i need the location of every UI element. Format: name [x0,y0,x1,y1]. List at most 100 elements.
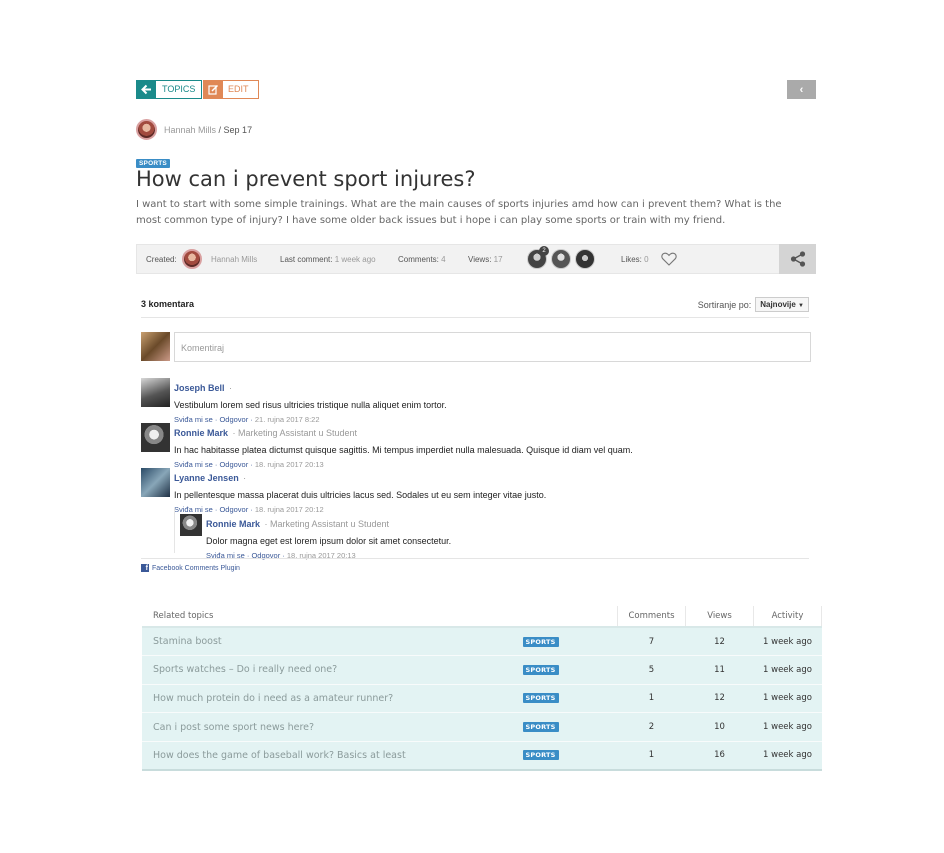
table-row[interactable]: Stamina boost SPORTS 7 12 1 week ago [142,627,822,657]
participant-avatar[interactable]: 2 [527,246,549,269]
comment-item: Joseph Bell · Vestibulum lorem sed risus… [141,378,447,424]
participant-avatar[interactable] [575,249,595,269]
commenter-name[interactable]: Joseph Bell [174,383,225,393]
last-comment: Last comment: 1 week ago [280,255,376,264]
topic-tag-cell: SPORTS [522,655,618,685]
commenter-role: · Marketing Assistant u Student [232,428,358,438]
comment-reply: Ronnie Mark · Marketing Assistant u Stud… [180,514,451,560]
activity-cell: 1 week ago [753,655,822,685]
tag-label[interactable]: SPORTS [522,636,559,647]
comment-text: Vestibulum lorem sed risus ultricies tri… [174,400,447,410]
column-header: Activity [753,606,822,628]
heart-icon[interactable] [661,252,677,268]
comment-input[interactable]: Komentiraj [174,332,811,362]
chevron-left-icon: ‹ [799,83,804,96]
sort-select[interactable]: Najnovije ▼ [755,297,809,312]
participant-avatar[interactable] [551,249,571,269]
related-topics: Related topics Comments Views Activity S… [142,606,822,771]
reply-thread-line [174,508,175,553]
commenter-name[interactable]: Ronnie Mark [174,428,228,438]
activity-cell: 1 week ago [753,627,822,657]
commenter-role-text: Marketing Assistant u Student [269,519,390,529]
sort-control: Sortiranje po: Najnovije ▼ [698,297,809,312]
post-date-value: Sep 17 [223,124,253,135]
comments-count-cell: 7 [617,627,686,657]
likes-stat-value: 0 [644,255,649,264]
topic-tag-cell: SPORTS [522,684,618,714]
topic-tag-cell: SPORTS [522,712,618,742]
views-count-cell: 16 [685,741,754,771]
author-name[interactable]: Hannah Mills [164,125,216,135]
edit-icon [204,81,223,98]
comments-count-cell: 2 [617,712,686,742]
creator-avatar[interactable] [182,249,202,269]
comments-stat-value: 4 [441,255,446,264]
likes-stat-label: Likes: [621,255,642,264]
comments-stat: Comments: 4 [398,255,446,264]
topic-title[interactable]: Sports watches – Do i really need one? [142,655,523,685]
tag-label[interactable]: SPORTS [522,664,559,675]
current-user-avatar [141,332,170,361]
comment-actions: Sviđa mi se · Odgovor · 18. rujna 2017 2… [174,505,324,514]
topic-title[interactable]: How does the game of baseball work? Basi… [142,741,523,771]
sort-select-value: Najnovije [760,300,796,309]
commenter-name[interactable]: Lyanne Jensen [174,473,239,483]
tag-label[interactable]: SPORTS [522,693,559,704]
commenter-role: · Marketing Assistant u Student [264,519,390,529]
commenter-name[interactable]: Ronnie Mark [206,519,260,529]
back-button[interactable]: ‹ [787,80,816,99]
comments-count-cell: 1 [617,684,686,714]
tag-label[interactable]: SPORTS [522,722,559,733]
post-date: / Sep 17 [216,124,253,135]
topics-button[interactable]: TOPICS [136,80,203,99]
edit-button[interactable]: EDIT [203,80,259,99]
comments-stat-label: Comments: [398,255,439,264]
topic-tag-cell: SPORTS [522,627,618,657]
table-row[interactable]: How does the game of baseball work? Basi… [142,741,822,771]
facebook-plugin-label[interactable]: Facebook Comments Plugin [152,565,240,572]
views-stat-label: Views: [468,255,492,264]
facebook-icon: f [141,564,149,572]
topic-toolbar: TOPICS EDIT ‹ [136,80,816,99]
participants: 2 [527,246,599,269]
comments-count: 3 komentara [141,299,195,309]
column-header: Related topics [142,606,618,628]
commenter-avatar[interactable] [141,468,170,497]
column-header: Views [685,606,754,628]
commenter-role: · [243,473,247,483]
table-row[interactable]: Can i post some sport news here? SPORTS … [142,712,822,742]
creator-name[interactable]: Hannah Mills [211,255,257,264]
participant-count-badge: 2 [539,246,549,256]
table-row[interactable]: How much protein do i need as a amateur … [142,684,822,714]
created-label: Created: [146,255,177,264]
comments-header: 3 komentara Sortiranje po: Najnovije ▼ [141,296,809,318]
topics-button-label: TOPICS [162,84,196,94]
commenter-avatar[interactable] [141,423,170,452]
comment-timestamp[interactable]: 18. rujna 2017 20:12 [255,505,324,514]
last-comment-value: 1 week ago [334,255,376,264]
views-count-cell: 11 [685,655,754,685]
share-button[interactable] [779,244,816,274]
page-title: How can i prevent sport injures? [136,167,476,191]
comment-text: Dolor magna eget est lorem ipsum dolor s… [206,536,452,546]
like-link[interactable]: Sviđa mi se [174,505,213,514]
topic-title[interactable]: Can i post some sport news here? [142,712,523,742]
tag-label[interactable]: SPORTS [522,750,559,761]
edit-button-label: EDIT [228,84,249,94]
facebook-plugin-link[interactable]: f Facebook Comments Plugin [141,564,240,572]
post-author: Hannah Mills / Sep 17 [136,119,252,140]
comments-count-cell: 5 [617,655,686,685]
activity-cell: 1 week ago [753,712,822,742]
topic-meta-bar: Created: Hannah Mills Last comment: 1 we… [136,244,816,274]
commenter-avatar[interactable] [141,378,170,407]
views-stat-value: 17 [493,255,503,264]
comment-text: In hac habitasse platea dictumst quisque… [174,445,633,455]
table-row[interactable]: Sports watches – Do i really need one? S… [142,655,822,685]
commenter-avatar[interactable] [180,514,202,536]
topic-title[interactable]: Stamina boost [142,627,523,657]
reply-link[interactable]: Odgovor [219,505,248,514]
comment-composer: Komentiraj [141,332,811,362]
topic-title[interactable]: How much protein do i need as a amateur … [142,684,523,714]
avatar[interactable] [136,119,157,140]
likes-stat: Likes: 0 [621,255,649,264]
